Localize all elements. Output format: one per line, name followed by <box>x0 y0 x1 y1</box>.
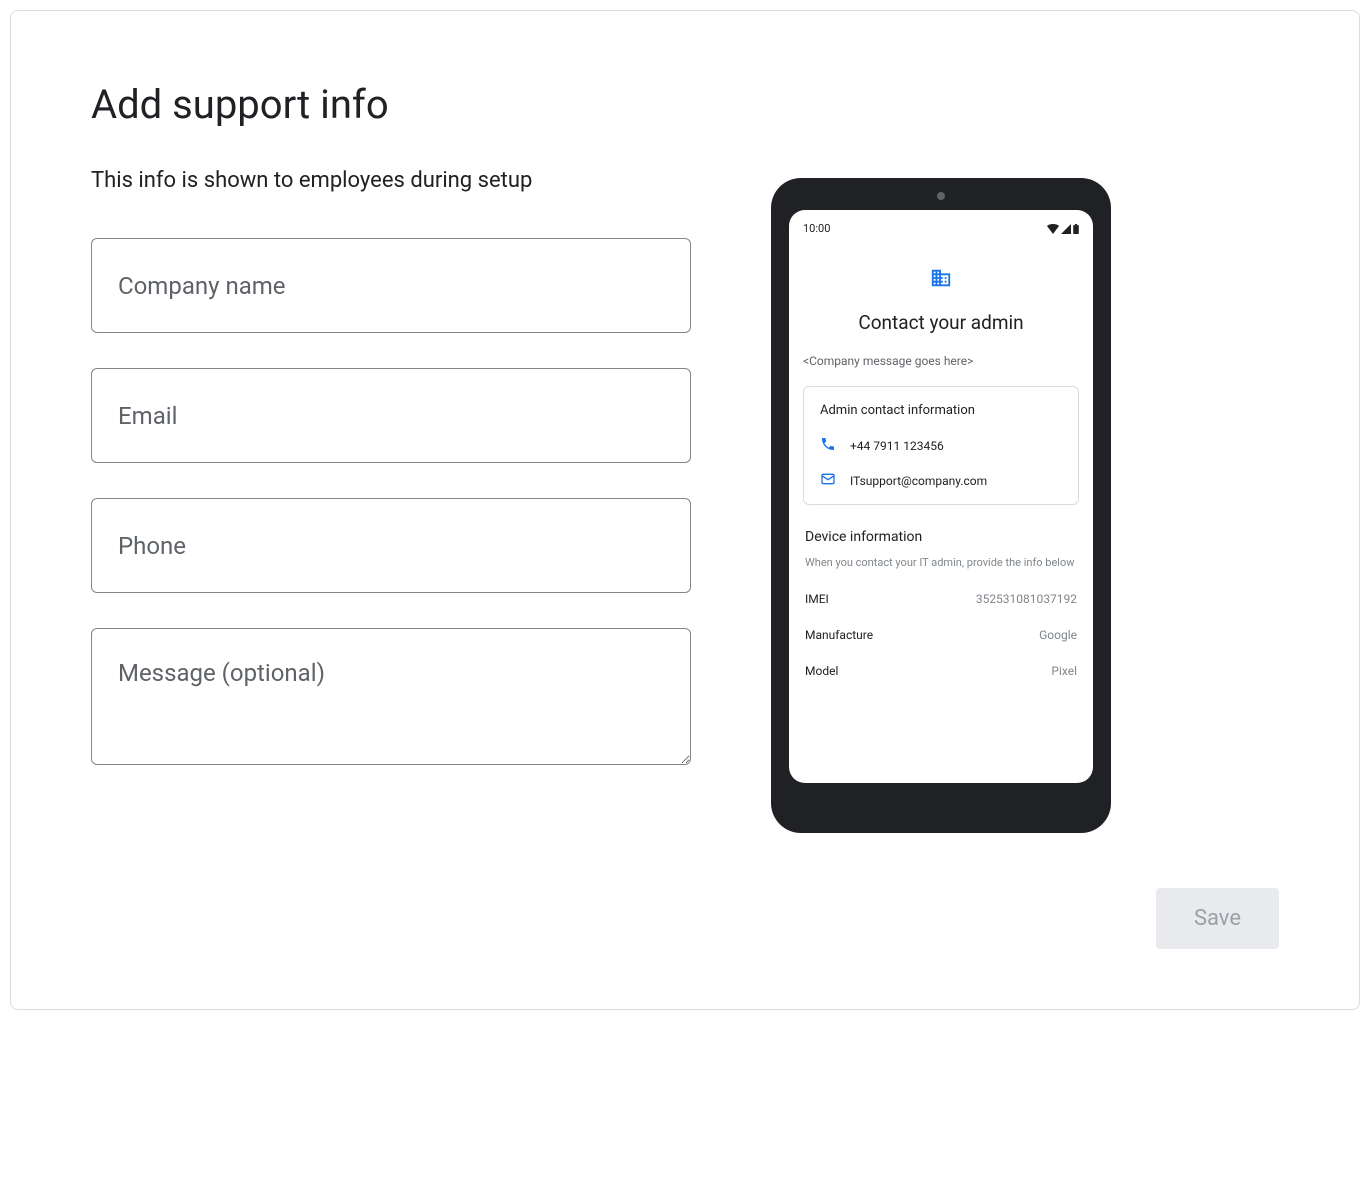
device-info-section: Device information When you contact your… <box>803 529 1079 678</box>
device-row-manufacture: Manufacture Google <box>805 628 1077 642</box>
device-label: Model <box>805 664 838 678</box>
save-button[interactable]: Save <box>1156 888 1279 949</box>
battery-icon <box>1073 224 1079 234</box>
device-value: Google <box>1039 628 1077 642</box>
device-value: Pixel <box>1051 664 1077 678</box>
phone-field-wrap <box>91 498 691 593</box>
camera-dot <box>937 192 945 200</box>
device-info-title: Device information <box>805 529 1077 545</box>
status-bar: 10:00 <box>803 222 1079 235</box>
company-message-placeholder: <Company message goes here> <box>803 354 1079 368</box>
device-row-model: Model Pixel <box>805 664 1077 678</box>
content-row: This info is shown to employees during s… <box>91 168 1279 833</box>
contact-phone-value: +44 7911 123456 <box>850 439 944 453</box>
phone-header: Contact your admin <box>803 267 1079 334</box>
support-info-card: Add support info This info is shown to e… <box>10 10 1360 1010</box>
company-name-input[interactable] <box>91 238 691 333</box>
admin-card-title: Admin contact information <box>820 403 1062 418</box>
signal-icon <box>1061 224 1071 234</box>
email-input[interactable] <box>91 368 691 463</box>
preview-title: Contact your admin <box>803 311 1079 334</box>
device-info-subtitle: When you contact your IT admin, provide … <box>805 555 1077 570</box>
device-value: 352531081037192 <box>976 592 1077 606</box>
status-time: 10:00 <box>803 222 830 235</box>
subtitle: This info is shown to employees during s… <box>91 168 691 193</box>
admin-contact-card: Admin contact information +44 7911 12345… <box>803 386 1079 505</box>
page-title: Add support info <box>91 81 1279 128</box>
actions-row: Save <box>91 888 1279 949</box>
contact-phone-row: +44 7911 123456 <box>820 436 1062 455</box>
contact-email-row: ITsupport@company.com <box>820 471 1062 490</box>
email-field-wrap <box>91 368 691 463</box>
email-icon <box>820 471 836 490</box>
message-field-wrap <box>91 628 691 769</box>
status-icons <box>1047 224 1079 234</box>
device-row-imei: IMEI 352531081037192 <box>805 592 1077 606</box>
building-icon <box>930 267 952 293</box>
phone-frame: 10:00 Contact your ad <box>771 178 1111 833</box>
contact-email-value: ITsupport@company.com <box>850 474 987 488</box>
form-column: This info is shown to employees during s… <box>91 168 691 804</box>
message-textarea[interactable] <box>91 628 691 765</box>
preview-column: 10:00 Contact your ad <box>771 168 1111 833</box>
device-label: IMEI <box>805 592 829 606</box>
wifi-icon <box>1047 224 1059 234</box>
phone-input[interactable] <box>91 498 691 593</box>
phone-icon <box>820 436 836 455</box>
device-label: Manufacture <box>805 628 873 642</box>
phone-screen: 10:00 Contact your ad <box>789 210 1093 783</box>
company-field-wrap <box>91 238 691 333</box>
